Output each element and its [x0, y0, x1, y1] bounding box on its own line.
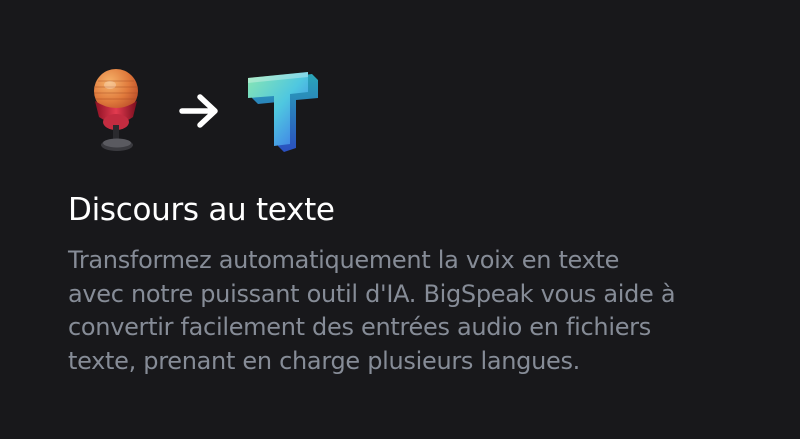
arrow-right-icon: [179, 94, 218, 128]
feature-card: Discours au texte Transformez automatiqu…: [0, 0, 800, 439]
feature-description: Transformez automatiquement la voix en t…: [68, 244, 788, 378]
description-line: avec notre puissant outil d'IA. BigSpeak…: [68, 279, 676, 308]
description-line: convertir facilement des entrées audio e…: [68, 313, 651, 341]
text-t-icon: [248, 72, 318, 152]
microphone-icon: [94, 69, 138, 151]
feature-icons: [88, 66, 324, 156]
description-line: Transformez automatiquement la voix en t…: [68, 246, 620, 274]
feature-title: Discours au texte: [68, 192, 335, 228]
description-line: texte, prenant en charge plusieurs langu…: [68, 346, 580, 375]
